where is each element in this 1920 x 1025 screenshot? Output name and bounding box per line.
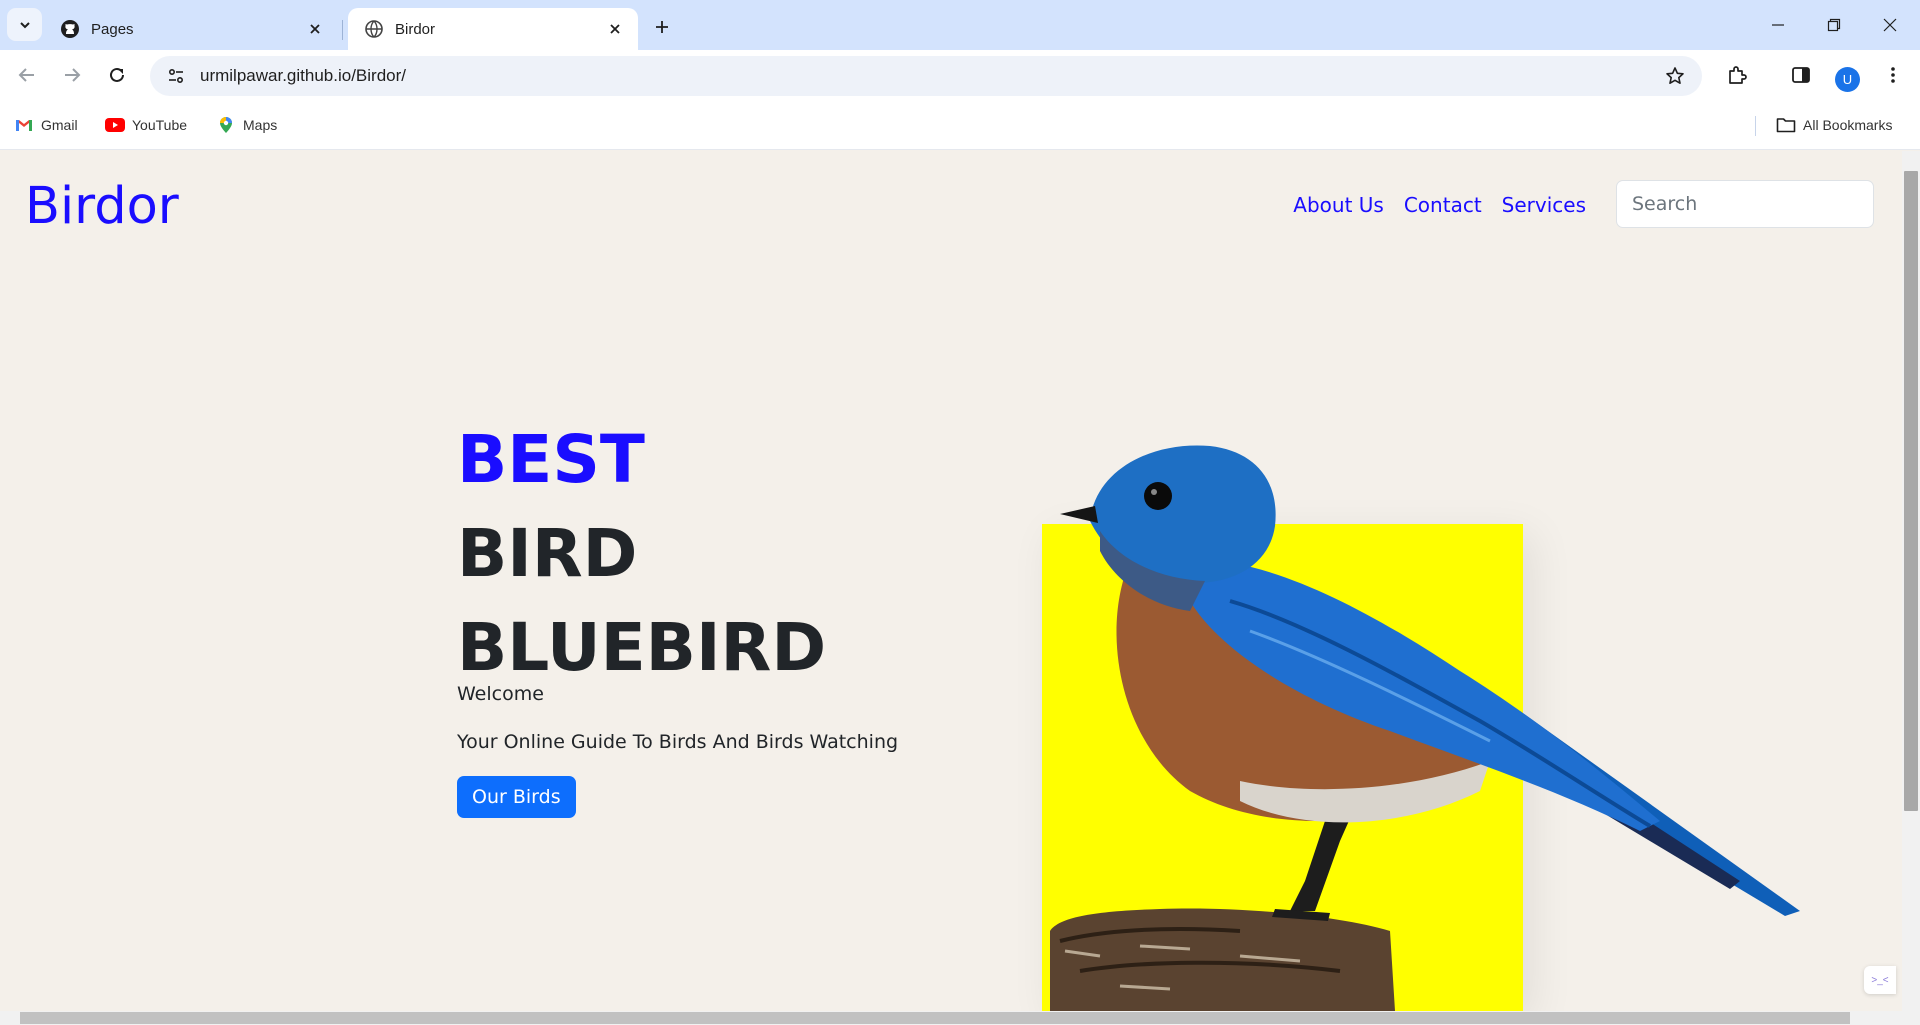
hero-heading-line-3: BLUEBIRD: [457, 609, 827, 686]
restore-button[interactable]: [1806, 0, 1861, 50]
youtube-icon: [105, 117, 125, 133]
close-window-button[interactable]: [1862, 0, 1917, 50]
close-tab-icon[interactable]: [604, 18, 626, 40]
bookmark-youtube[interactable]: YouTube: [105, 114, 187, 136]
search-input[interactable]: [1616, 180, 1874, 228]
reload-button[interactable]: [100, 58, 134, 92]
bookmarks-divider: [1755, 116, 1756, 136]
nav-link-services[interactable]: Services: [1502, 193, 1586, 217]
hero-text-block: BEST BIRD BLUEBIRD Welcome Your Online G…: [457, 413, 898, 818]
tab-strip: Pages Birdor: [0, 0, 1920, 50]
tab-title: Pages: [91, 20, 134, 38]
globe-icon: [364, 19, 384, 39]
reload-icon: [110, 67, 124, 82]
tab-birdor[interactable]: Birdor: [348, 8, 638, 50]
profile-avatar[interactable]: U: [1835, 67, 1860, 92]
bookmark-label: YouTube: [132, 117, 188, 133]
browser-toolbar: urmilpawar.github.io/Birdor/: [0, 50, 1920, 100]
nav-link-contact[interactable]: Contact: [1404, 193, 1482, 217]
new-tab-button[interactable]: [648, 13, 676, 41]
plus-icon: [656, 21, 668, 33]
arrow-left-icon: [18, 68, 34, 82]
vertical-scrollbar-thumb[interactable]: [1904, 171, 1918, 811]
github-icon: [60, 19, 80, 39]
gmail-icon: [14, 117, 34, 133]
site-info-icon[interactable]: [164, 64, 188, 88]
bookmark-gmail[interactable]: Gmail: [14, 114, 78, 136]
all-bookmarks-label: All Bookmarks: [1803, 117, 1893, 133]
minimize-icon: [1771, 24, 1784, 26]
page-viewport: Birdor About Us Contact Services BEST BI…: [0, 151, 1902, 1011]
close-icon: [1883, 18, 1896, 32]
extensions-icon[interactable]: [1722, 60, 1752, 90]
bookmarks-bar: Gmail YouTube Maps All Bookmarks: [0, 100, 1920, 150]
nav-link-about-us[interactable]: About Us: [1293, 193, 1384, 217]
minimize-button[interactable]: [1750, 0, 1805, 50]
arrow-right-icon: [65, 68, 81, 82]
tab-title: Birdor: [395, 20, 436, 38]
side-panel-icon[interactable]: [1786, 60, 1816, 90]
horizontal-scrollbar-thumb[interactable]: [20, 1012, 1850, 1024]
hero-tagline: Your Online Guide To Birds And Birds Wat…: [457, 731, 899, 753]
bookmark-star-icon[interactable]: [1660, 61, 1690, 91]
url-text[interactable]: urmilpawar.github.io/Birdor/: [200, 66, 1660, 86]
folder-icon: [1776, 117, 1796, 133]
restore-icon: [1827, 18, 1840, 32]
tab-pages[interactable]: Pages: [44, 8, 343, 50]
bluebird-image: [1050, 445, 1800, 1011]
address-bar[interactable]: urmilpawar.github.io/Birdor/: [150, 56, 1702, 96]
menu-kebab-icon[interactable]: [1878, 60, 1908, 90]
close-tab-icon[interactable]: [304, 18, 326, 40]
hero-heading-line-2: BIRD: [457, 515, 638, 592]
maps-icon: [216, 117, 236, 133]
forward-button[interactable]: [55, 58, 89, 92]
back-button[interactable]: [10, 58, 44, 92]
bookmark-maps[interactable]: Maps: [216, 114, 277, 136]
bookmark-label: Maps: [243, 117, 278, 133]
hero-heading-line-1: BEST: [457, 421, 645, 498]
chevron-down-icon: [19, 21, 30, 28]
site-nav: About Us Contact Services: [1293, 193, 1586, 217]
our-birds-button[interactable]: Our Birds: [457, 776, 576, 818]
tab-search-button[interactable]: [7, 8, 42, 41]
all-bookmarks-button[interactable]: All Bookmarks: [1776, 114, 1892, 136]
site-brand-logo[interactable]: Birdor: [25, 177, 179, 236]
side-widget-icon[interactable]: >_<: [1864, 966, 1896, 994]
bookmark-label: Gmail: [41, 117, 78, 133]
